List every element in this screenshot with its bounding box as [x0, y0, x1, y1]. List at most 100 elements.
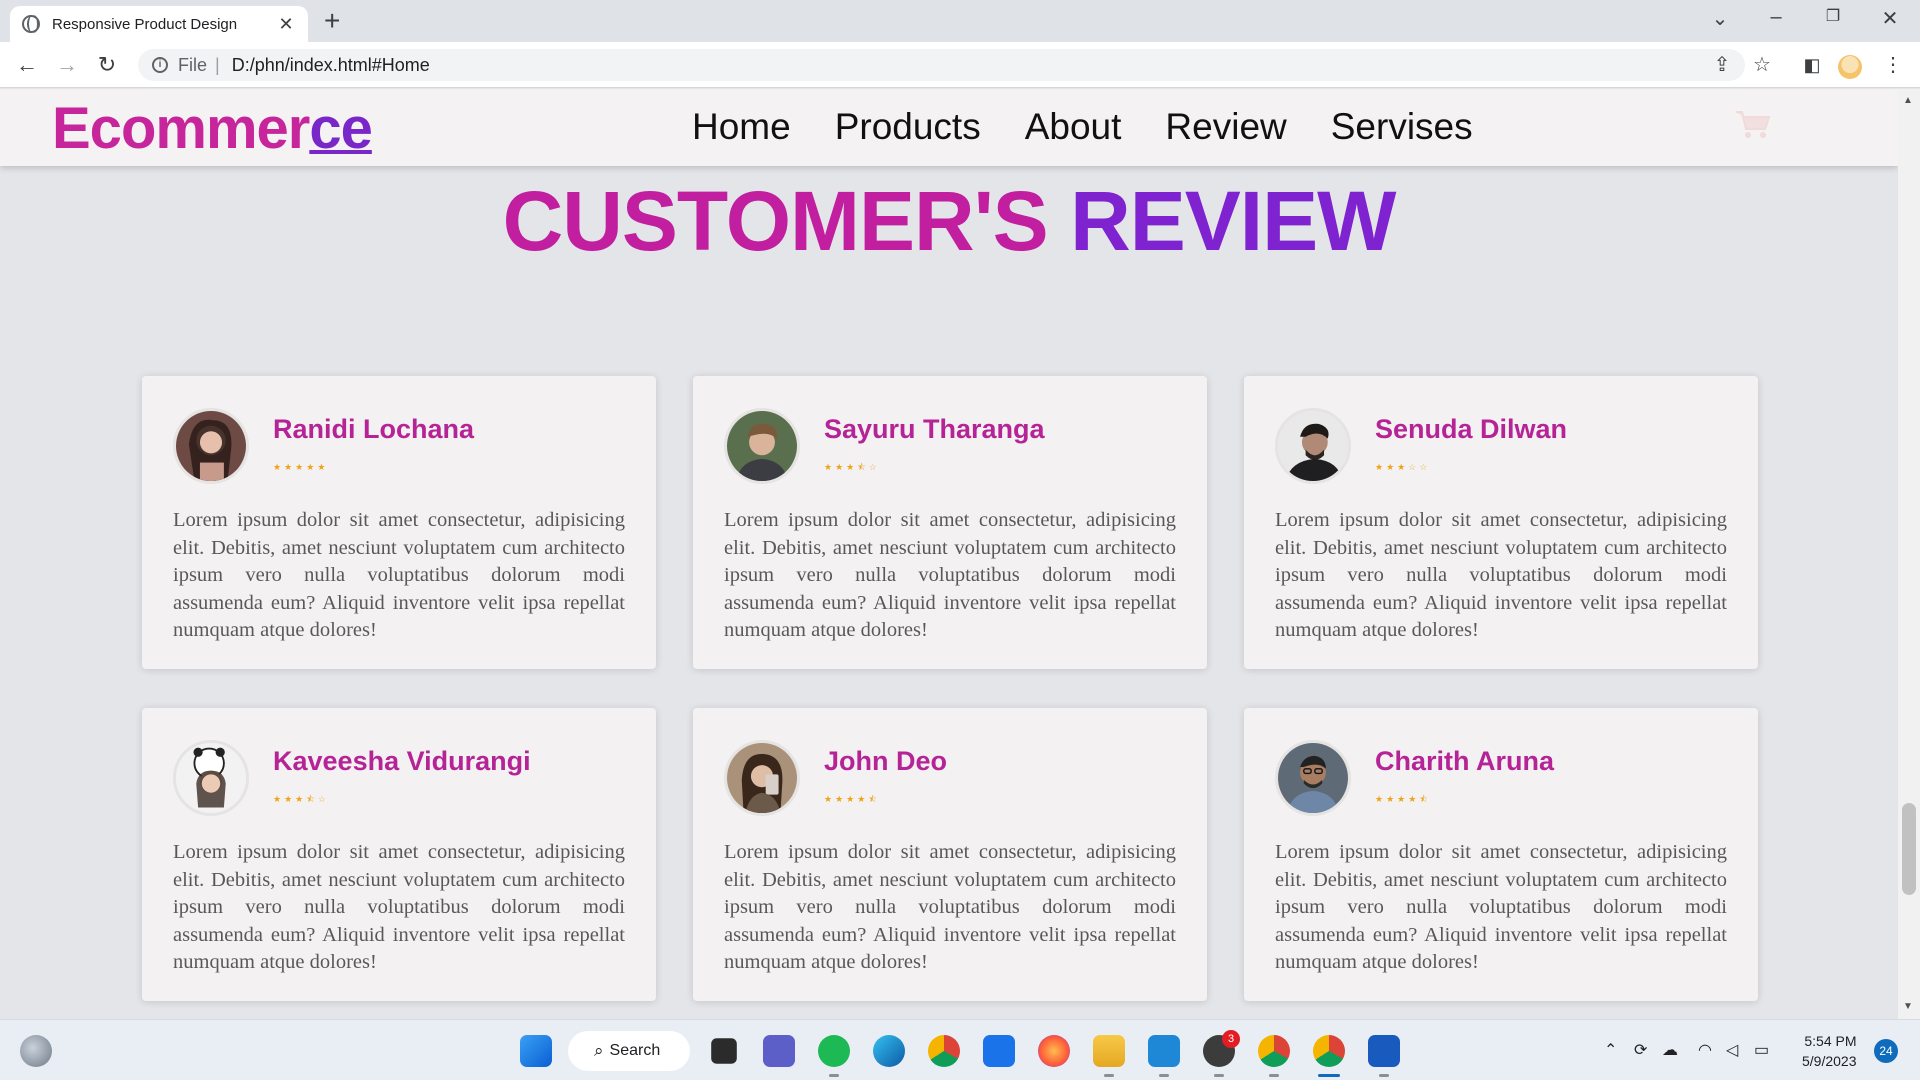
- close-tab-icon[interactable]: ✕: [276, 14, 296, 35]
- side-panel-icon[interactable]: ◧: [1797, 50, 1827, 80]
- star-full-icon: ★: [824, 794, 833, 804]
- restore-button[interactable]: ❐: [1813, 6, 1853, 26]
- star-full-icon: ★: [824, 462, 833, 472]
- review-card: John Deo ★ ★ ★ ★ ⯪ Lorem ipsum dolor sit ame…: [693, 708, 1207, 1001]
- site-logo[interactable]: Ecommerce: [52, 95, 373, 162]
- address-bar[interactable]: i File | D:/phn/index.html#Home: [138, 49, 1745, 81]
- star-full-icon: ★: [295, 794, 304, 804]
- nav-home[interactable]: Home: [692, 106, 791, 148]
- file-explorer-icon[interactable]: [1093, 1035, 1125, 1067]
- star-empty-icon: ☆: [1408, 462, 1417, 472]
- star-half-icon: ⯪: [868, 794, 877, 804]
- reload-button[interactable]: ↻: [92, 50, 122, 80]
- browser-tab-strip: Responsive Product Design ✕ + ⌄ – ❐ ✕: [0, 0, 1920, 42]
- weather-widget-icon[interactable]: [20, 1035, 52, 1067]
- edge-browser-icon[interactable]: [873, 1035, 905, 1067]
- forward-button[interactable]: →: [52, 50, 82, 80]
- new-tab-button[interactable]: +: [324, 6, 340, 36]
- star-rating: ★ ★ ★ ★ ★: [273, 463, 325, 472]
- clock-time: 5:54 PM: [1804, 1033, 1857, 1049]
- address-toolbar: ← → ↻ i File | D:/phn/index.html#Home ⇪ …: [0, 42, 1920, 88]
- system-clock[interactable]: 5:54 PM 5/9/2023: [1802, 1031, 1857, 1071]
- taskbar-search[interactable]: ⌕ Search: [568, 1031, 690, 1071]
- bookmark-star-icon[interactable]: ☆: [1747, 50, 1777, 80]
- search-icon: ⌕: [594, 1041, 604, 1060]
- review-text: Lorem ipsum dolor sit amet consectetur, …: [173, 509, 625, 641]
- star-half-icon: ⯪: [1419, 794, 1428, 804]
- sync-icon[interactable]: ⟳: [1634, 1040, 1647, 1060]
- star-full-icon: ★: [1386, 794, 1395, 804]
- avatar: [1275, 740, 1351, 816]
- tab-search-chevron-icon[interactable]: ⌄: [1700, 6, 1740, 31]
- vscode-running-indicator: [1159, 1074, 1169, 1077]
- avatar: [173, 408, 249, 484]
- logo-main-text: Ecommer: [52, 96, 310, 161]
- windows-start-icon[interactable]: [520, 1035, 552, 1067]
- star-empty-icon: ☆: [868, 462, 877, 472]
- chrome-active-icon[interactable]: [1313, 1035, 1345, 1067]
- avatar: [724, 740, 800, 816]
- mail-icon[interactable]: [983, 1035, 1015, 1067]
- volume-icon[interactable]: ◁: [1726, 1040, 1738, 1060]
- scroll-up-arrow-icon[interactable]: ▲: [1903, 95, 1913, 106]
- teams-chat-icon[interactable]: [763, 1035, 795, 1067]
- word-icon[interactable]: [1368, 1035, 1400, 1067]
- notification-count-badge[interactable]: 24: [1874, 1039, 1898, 1063]
- star-full-icon: ★: [846, 794, 855, 804]
- avatar: [724, 408, 800, 484]
- review-text: Lorem ipsum dolor sit amet consectetur, …: [1275, 509, 1727, 641]
- scroll-down-arrow-icon[interactable]: ▼: [1903, 1001, 1913, 1012]
- reviewer-name: Ranidi Lochana: [273, 414, 475, 444]
- page-scrollbar[interactable]: ▲ ▼: [1898, 89, 1920, 1019]
- star-full-icon: ★: [306, 462, 315, 472]
- avatar: [173, 740, 249, 816]
- reviewer-name: Senuda Dilwan: [1375, 414, 1568, 444]
- chrome-profile-icon[interactable]: [1258, 1035, 1290, 1067]
- minimize-button[interactable]: –: [1756, 6, 1796, 29]
- explorer-running-indicator: [1104, 1074, 1114, 1077]
- firefox-icon[interactable]: [1038, 1035, 1070, 1067]
- star-full-icon: ★: [317, 462, 326, 472]
- windows-taskbar: ⌕ Search 3 ⌃ ⟳ ☁ ◠ ◁ ▭ 5:54 PM 5/9/2023 2…: [0, 1019, 1920, 1080]
- star-rating: ★ ★ ★ ☆ ☆: [1375, 463, 1427, 472]
- spotify-icon[interactable]: [818, 1035, 850, 1067]
- shopping-cart-icon[interactable]: [1735, 109, 1771, 139]
- chrome-icon[interactable]: [928, 1035, 960, 1067]
- globe-icon: [22, 15, 40, 33]
- star-full-icon: ★: [1375, 462, 1384, 472]
- star-empty-icon: ☆: [317, 794, 326, 804]
- chrome-active-indicator: [1318, 1074, 1340, 1077]
- scrollbar-thumb[interactable]: [1902, 803, 1916, 895]
- menu-kebab-icon[interactable]: ⋮: [1878, 50, 1908, 80]
- nav-services[interactable]: Servises: [1331, 106, 1473, 148]
- browser-tab[interactable]: Responsive Product Design ✕: [10, 6, 308, 42]
- reviewer-name: Kaveesha Vidurangi: [273, 746, 531, 776]
- nav-review[interactable]: Review: [1165, 106, 1286, 148]
- whatsapp-running-indicator: [1214, 1074, 1224, 1077]
- review-text: Lorem ipsum dolor sit amet consectetur, …: [173, 841, 625, 973]
- reviewer-name: Sayuru Tharanga: [824, 414, 1045, 444]
- star-full-icon: ★: [835, 462, 844, 472]
- url-text[interactable]: D:/phn/index.html#Home: [232, 55, 430, 76]
- battery-icon[interactable]: ▭: [1754, 1040, 1769, 1060]
- star-empty-icon: ☆: [1419, 462, 1428, 472]
- avatar: [1275, 408, 1351, 484]
- review-card: Senuda Dilwan ★ ★ ★ ☆ ☆ Lorem ipsum dolor si…: [1244, 376, 1758, 669]
- close-window-button[interactable]: ✕: [1870, 6, 1910, 31]
- star-full-icon: ★: [1386, 462, 1395, 472]
- search-label: Search: [609, 1042, 661, 1059]
- star-half-icon: ⯪: [306, 794, 315, 804]
- task-view-icon[interactable]: [711, 1038, 737, 1064]
- vscode-icon[interactable]: [1148, 1035, 1180, 1067]
- back-button[interactable]: ←: [12, 50, 42, 80]
- tray-overflow-chevron-icon[interactable]: ⌃: [1604, 1040, 1617, 1060]
- nav-about[interactable]: About: [1025, 106, 1122, 148]
- info-icon[interactable]: i: [152, 57, 168, 73]
- profile-avatar[interactable]: [1838, 55, 1862, 79]
- nav-products[interactable]: Products: [835, 106, 981, 148]
- share-icon[interactable]: ⇪: [1707, 50, 1737, 80]
- review-card: Sayuru Tharanga ★ ★ ★ ⯪ ☆ Lorem ipsum dolor …: [693, 376, 1207, 669]
- wifi-icon[interactable]: ◠: [1698, 1040, 1712, 1060]
- star-rating: ★ ★ ★ ⯪ ☆: [273, 795, 326, 804]
- onedrive-cloud-icon[interactable]: ☁: [1662, 1040, 1678, 1060]
